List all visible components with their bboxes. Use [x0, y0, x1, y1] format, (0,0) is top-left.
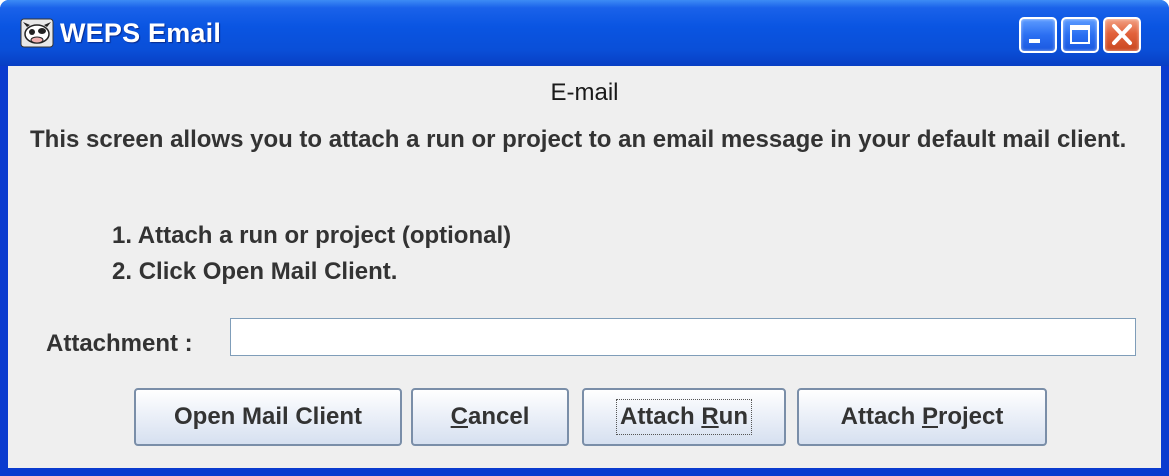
close-icon [1112, 24, 1132, 45]
weps-email-window: WEPS Email E-mail This screen allows you… [0, 0, 1169, 476]
label-prefix: Attach [619, 403, 702, 430]
label-rest: roject [938, 403, 1004, 430]
description-text: This screen allows you to attach a run o… [30, 126, 1127, 153]
cancel-button[interactable]: Cancel [411, 388, 569, 446]
mnemonic-letter: R [701, 403, 719, 430]
attach-project-button[interactable]: Attach Project [797, 388, 1047, 446]
attach-run-button[interactable]: Attach Run [582, 388, 786, 446]
minimize-icon [1029, 39, 1040, 43]
label-rest: un [718, 403, 748, 430]
step-text: Click Open Mail Client. [138, 258, 398, 285]
minimize-button[interactable] [1019, 17, 1057, 53]
label-prefix: Attach [840, 403, 922, 430]
dialog-content: E-mail This screen allows you to attach … [8, 66, 1161, 468]
maximize-button[interactable] [1061, 17, 1099, 53]
button-label: Cancel [451, 403, 530, 431]
step-number: 2. [112, 258, 133, 285]
attachment-field[interactable] [230, 318, 1136, 356]
mnemonic-letter: P [921, 403, 938, 430]
cow-app-icon [20, 18, 54, 48]
attachment-label: Attachment : [46, 330, 193, 357]
step-number: 1. [112, 222, 133, 249]
button-label: Attach Run [615, 399, 753, 435]
mnemonic-letter: C [450, 403, 468, 430]
label-rest: ancel [467, 403, 530, 430]
window-title: WEPS Email [60, 18, 222, 48]
step-text: Attach a run or project (optional) [137, 222, 512, 249]
step-2: 2. Click Open Mail Client. [112, 258, 397, 286]
dialog-heading: E-mail [550, 79, 619, 106]
open-mail-client-button[interactable]: Open Mail Client [134, 388, 402, 446]
step-1: 1. Attach a run or project (optional) [112, 222, 511, 250]
close-button[interactable] [1103, 17, 1141, 53]
title-bar[interactable]: WEPS Email [0, 0, 1169, 66]
maximize-icon [1070, 25, 1090, 44]
button-label: Open Mail Client [173, 403, 362, 430]
button-label: Attach Project [841, 403, 1004, 431]
